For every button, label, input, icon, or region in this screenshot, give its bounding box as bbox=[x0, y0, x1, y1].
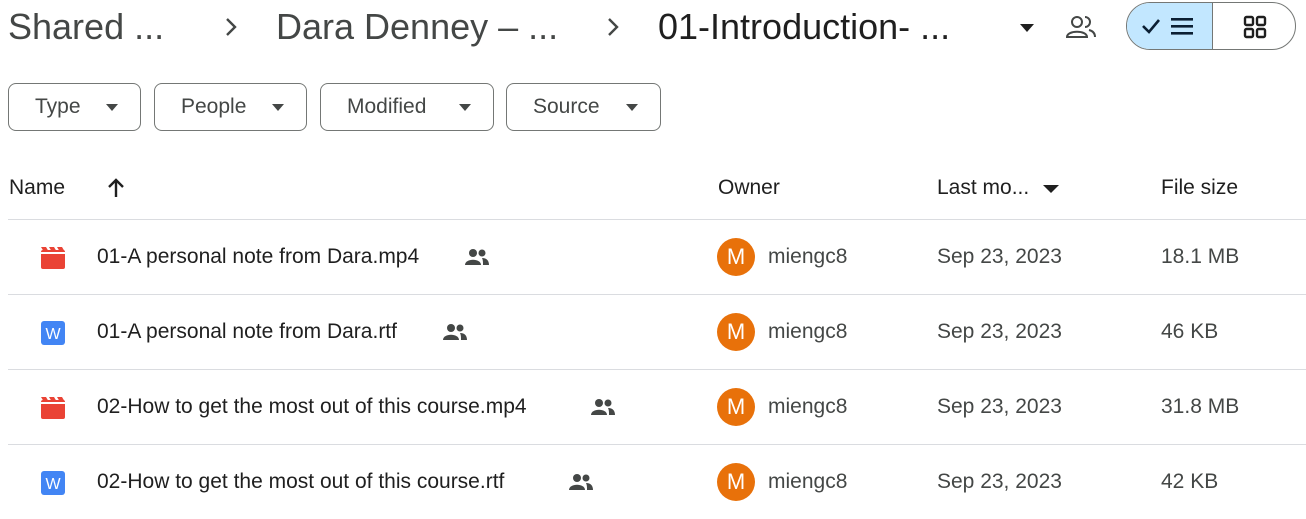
manage-access-icon[interactable] bbox=[1064, 12, 1098, 42]
table-row[interactable]: 01-A personal note from Dara.mp4 M mieng… bbox=[0, 220, 1306, 294]
table-row[interactable]: W 01-A personal note from Dara.rtf M mie… bbox=[0, 295, 1306, 369]
chevron-down-icon bbox=[106, 104, 118, 111]
sort-ascending-arrow-icon[interactable] bbox=[104, 176, 128, 200]
shared-people-icon bbox=[591, 399, 615, 415]
file-size: 31.8 MB bbox=[1161, 395, 1240, 418]
owner-avatar: M bbox=[717, 313, 755, 351]
video-file-icon bbox=[41, 397, 65, 419]
owner-name: miengc8 bbox=[768, 245, 848, 268]
list-view-button[interactable] bbox=[1127, 3, 1213, 49]
table-row[interactable]: W 02-How to get the most out of this cou… bbox=[0, 445, 1306, 519]
grid-view-button[interactable] bbox=[1213, 3, 1295, 49]
shared-people-icon bbox=[443, 324, 467, 340]
table-row[interactable]: 02-How to get the most out of this cours… bbox=[0, 370, 1306, 444]
file-name[interactable]: 01-A personal note from Dara.mp4 bbox=[97, 220, 419, 294]
file-size: 18.1 MB bbox=[1161, 245, 1240, 268]
breadcrumb-item-shared[interactable]: Shared ... bbox=[8, 4, 164, 50]
word-file-icon: W bbox=[41, 471, 65, 495]
filter-modified-label: Modified bbox=[347, 95, 427, 118]
folder-menu-caret-icon[interactable] bbox=[1016, 18, 1038, 38]
shared-people-icon bbox=[465, 249, 489, 265]
file-name[interactable]: 01-A personal note from Dara.rtf bbox=[97, 295, 397, 369]
top-bar: Shared ... Dara Denney – ... 01-Introduc… bbox=[0, 0, 1306, 56]
filter-modified-chip[interactable]: Modified bbox=[320, 83, 494, 131]
last-modified: Sep 23, 2023 bbox=[937, 470, 1062, 493]
chevron-down-icon bbox=[459, 104, 471, 111]
chevron-right-icon bbox=[608, 18, 619, 36]
owner-name: miengc8 bbox=[768, 320, 848, 343]
owner-avatar: M bbox=[717, 463, 755, 501]
filter-type-chip[interactable]: Type bbox=[8, 83, 141, 131]
filter-source-chip[interactable]: Source bbox=[506, 83, 661, 131]
file-name[interactable]: 02-How to get the most out of this cours… bbox=[97, 445, 504, 519]
breadcrumb-item-folder[interactable]: Dara Denney – ... bbox=[276, 4, 558, 50]
column-header-name[interactable]: Name bbox=[9, 170, 65, 206]
owner-avatar: M bbox=[717, 388, 755, 426]
file-name[interactable]: 02-How to get the most out of this cours… bbox=[97, 370, 527, 444]
column-header-last-modified[interactable]: Last mo... bbox=[937, 170, 1029, 206]
chevron-down-icon bbox=[626, 104, 638, 111]
column-header-owner[interactable]: Owner bbox=[718, 170, 780, 206]
chevron-right-icon bbox=[226, 18, 237, 36]
owner-avatar: M bbox=[717, 238, 755, 276]
chevron-down-icon[interactable] bbox=[1042, 184, 1060, 194]
owner-name: miengc8 bbox=[768, 395, 848, 418]
filter-type-label: Type bbox=[35, 95, 81, 118]
last-modified: Sep 23, 2023 bbox=[937, 245, 1062, 268]
breadcrumb-item-current[interactable]: 01-Introduction- ... bbox=[658, 4, 950, 50]
view-toggle bbox=[1126, 2, 1296, 50]
file-size: 42 KB bbox=[1161, 470, 1219, 493]
owner-name: miengc8 bbox=[768, 470, 848, 493]
filter-source-label: Source bbox=[533, 95, 600, 118]
filter-people-chip[interactable]: People bbox=[154, 83, 307, 131]
grid-icon bbox=[1243, 15, 1267, 39]
checked-list-icon bbox=[1142, 18, 1193, 35]
last-modified: Sep 23, 2023 bbox=[937, 320, 1062, 343]
filter-people-label: People bbox=[181, 95, 247, 118]
svg-text:W: W bbox=[45, 476, 61, 493]
file-size: 46 KB bbox=[1161, 320, 1219, 343]
last-modified: Sep 23, 2023 bbox=[937, 395, 1062, 418]
column-header-file-size[interactable]: File size bbox=[1161, 170, 1238, 206]
chevron-down-icon bbox=[272, 104, 284, 111]
shared-people-icon bbox=[569, 474, 593, 490]
word-file-icon: W bbox=[41, 321, 65, 345]
video-file-icon bbox=[41, 247, 65, 269]
svg-text:W: W bbox=[45, 326, 61, 343]
